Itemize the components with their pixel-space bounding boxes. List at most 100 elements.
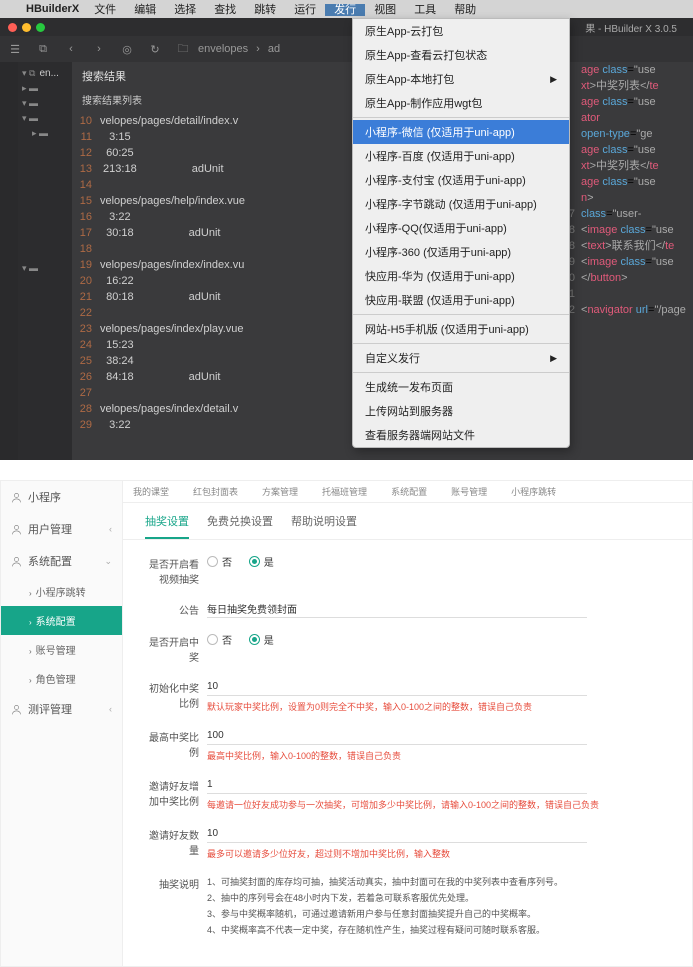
- label-max-ratio: 最高中奖比例: [145, 727, 207, 762]
- sidebar-item-用户管理[interactable]: 用户管理‹: [1, 513, 122, 545]
- menu-item[interactable]: 快应用-联盟 (仅适用于uni-app): [353, 288, 569, 312]
- menu-工具[interactable]: 工具: [405, 4, 445, 16]
- radio-win-no[interactable]: 否: [207, 632, 232, 647]
- menu-运行[interactable]: 运行: [285, 4, 325, 16]
- menu-item[interactable]: 网站-H5手机版 (仅适用于uni-app): [353, 317, 569, 341]
- menu-item[interactable]: 小程序-支付宝 (仅适用于uni-app): [353, 168, 569, 192]
- code-line[interactable]: 27class="user-: [553, 206, 693, 222]
- menu-item[interactable]: 原生App-云打包: [353, 19, 569, 43]
- sidebar-sub-角色管理[interactable]: ›角色管理: [1, 664, 122, 693]
- topnav-item[interactable]: 小程序跳转: [511, 485, 556, 498]
- menu-item[interactable]: 小程序-百度 (仅适用于uni-app): [353, 144, 569, 168]
- menu-item[interactable]: 生成统一发布页面: [353, 375, 569, 399]
- invite-add-hint: 每邀请一位好友成功参与一次抽奖，可增加多少中奖比例，请输入0-100之间的整数，…: [207, 798, 670, 811]
- menu-发行[interactable]: 发行: [325, 4, 365, 16]
- menu-item[interactable]: 小程序-360 (仅适用于uni-app): [353, 240, 569, 264]
- refresh-icon[interactable]: ↻: [148, 43, 162, 56]
- menu-视图[interactable]: 视图: [365, 4, 405, 16]
- menu-item[interactable]: 小程序-QQ(仅适用于uni-app): [353, 216, 569, 240]
- menu-item[interactable]: 原生App-制作应用wgt包: [353, 91, 569, 115]
- tab-帮助说明设置[interactable]: 帮助说明设置: [291, 513, 357, 539]
- menu-item[interactable]: 小程序-字节跳动 (仅适用于uni-app): [353, 192, 569, 216]
- minimize-icon[interactable]: [22, 23, 31, 32]
- menu-文件[interactable]: 文件: [85, 4, 125, 16]
- code-line[interactable]: age class="use: [553, 62, 693, 78]
- code-line[interactable]: ator: [553, 110, 693, 126]
- menu-icon[interactable]: ☰: [8, 43, 22, 56]
- code-line[interactable]: xt>中奖列表</te: [553, 158, 693, 174]
- code-line[interactable]: 28<image class="use: [553, 222, 693, 238]
- code-line[interactable]: age class="use: [553, 174, 693, 190]
- label-invite-count: 邀请好友数量: [145, 825, 207, 860]
- code-line[interactable]: xt>中奖列表</te: [553, 78, 693, 94]
- sidebar-item-小程序[interactable]: 小程序: [1, 481, 122, 513]
- label-enable-win: 是否开启中奖: [145, 632, 207, 664]
- init-ratio-input[interactable]: [207, 678, 587, 696]
- code-line[interactable]: open-type="ge: [553, 126, 693, 142]
- topnav-item[interactable]: 账号管理: [451, 485, 487, 498]
- desc-line: 3、参与中奖概率随机，可通过邀请新用户参与任意封面抽奖提升自己的中奖概率。: [207, 906, 670, 922]
- sidebar-sub-系统配置[interactable]: ›系统配置: [1, 606, 122, 635]
- topnav-item[interactable]: 方案管理: [262, 485, 298, 498]
- menu-item[interactable]: 原生App-本地打包▶: [353, 67, 569, 91]
- menu-item[interactable]: 原生App-查看云打包状态: [353, 43, 569, 67]
- topnav-item[interactable]: 托福班管理: [322, 485, 367, 498]
- menu-item[interactable]: 快应用-华为 (仅适用于uni-app): [353, 264, 569, 288]
- menu-item[interactable]: 小程序-微信 (仅适用于uni-app): [353, 120, 569, 144]
- tab-免费兑换设置[interactable]: 免费兑换设置: [207, 513, 273, 539]
- radio-win-yes[interactable]: 是: [249, 632, 274, 647]
- chevron-right-icon: ▶: [550, 74, 557, 85]
- publish-menu-dropdown: 原生App-云打包原生App-查看云打包状态原生App-本地打包▶原生App-制…: [352, 18, 570, 448]
- menu-编辑[interactable]: 编辑: [125, 4, 165, 16]
- sidebar-sub-账号管理[interactable]: ›账号管理: [1, 635, 122, 664]
- topnav-item[interactable]: 红包封面表: [193, 485, 238, 498]
- code-editor-right[interactable]: age class="usext>中奖列表</teage class="usea…: [553, 62, 693, 460]
- app-name[interactable]: HBuilderX: [20, 3, 85, 15]
- user-icon: [11, 704, 22, 715]
- target-icon[interactable]: ◎: [120, 43, 134, 56]
- notice-input[interactable]: [207, 600, 587, 618]
- code-line[interactable]: 30</button>: [553, 270, 693, 286]
- code-line[interactable]: n>: [553, 190, 693, 206]
- sidebar-item-系统配置[interactable]: 系统配置⌄: [1, 545, 122, 577]
- user-icon: [11, 556, 22, 567]
- menu-选择[interactable]: 选择: [165, 4, 205, 16]
- invite-count-input[interactable]: [207, 825, 587, 843]
- code-line[interactable]: 29<image class="use: [553, 254, 693, 270]
- invite-add-input[interactable]: [207, 776, 587, 794]
- menu-帮助[interactable]: 帮助: [445, 4, 485, 16]
- file-tree[interactable]: ▾ ⧉en... ▸ ▬ ▾ ▬ ▾ ▬ ▸ ▬ ▾ ▬: [18, 62, 72, 460]
- sidebar-item-测评管理[interactable]: 测评管理‹: [1, 693, 122, 725]
- settings-form: 是否开启看视频抽奖 否 是 公告 是否开启中奖 否 是 初始化中奖比例: [123, 540, 692, 966]
- menu-跳转[interactable]: 跳转: [245, 4, 285, 16]
- code-line[interactable]: age class="use: [553, 94, 693, 110]
- menu-item[interactable]: 查看服务器端网站文件: [353, 423, 569, 447]
- topnav-item[interactable]: 系统配置: [391, 485, 427, 498]
- menu-item[interactable]: 自定义发行▶: [353, 346, 569, 370]
- close-icon[interactable]: [8, 23, 17, 32]
- code-line[interactable]: 32<navigator url="/page: [553, 302, 693, 318]
- topnav-item[interactable]: 我的课堂: [133, 485, 169, 498]
- label-notice: 公告: [145, 600, 207, 618]
- radio-watch-yes[interactable]: 是: [249, 554, 274, 569]
- desc-line: 1、可抽奖封面的库存均可抽，抽奖活动真实，抽中封面可在我的中奖列表中查看序列号。: [207, 874, 670, 890]
- max-ratio-input[interactable]: [207, 727, 587, 745]
- sidebar-sub-小程序跳转[interactable]: ›小程序跳转: [1, 577, 122, 606]
- ide-window: HBuilderX 文件编辑选择查找跳转运行发行视图工具帮助 果 - HBuil…: [0, 0, 693, 460]
- back-icon[interactable]: ‹: [64, 43, 78, 55]
- code-line[interactable]: age class="use: [553, 142, 693, 158]
- menu-查找[interactable]: 查找: [205, 4, 245, 16]
- breadcrumb-1[interactable]: envelopes: [198, 43, 248, 55]
- chevron-icon: ⌄: [104, 556, 112, 567]
- tab-抽奖设置[interactable]: 抽奖设置: [145, 513, 189, 539]
- breadcrumb-2[interactable]: ad: [268, 43, 280, 55]
- maximize-icon[interactable]: [36, 23, 45, 32]
- activity-bar[interactable]: [0, 62, 18, 460]
- radio-watch-no[interactable]: 否: [207, 554, 232, 569]
- code-line[interactable]: 28<text>联系我们</te: [553, 238, 693, 254]
- copy-icon[interactable]: ⧉: [36, 43, 50, 56]
- menu-item[interactable]: 上传网站到服务器: [353, 399, 569, 423]
- code-line[interactable]: 31: [553, 286, 693, 302]
- root-folder[interactable]: en...: [39, 68, 58, 79]
- forward-icon[interactable]: ›: [92, 43, 106, 55]
